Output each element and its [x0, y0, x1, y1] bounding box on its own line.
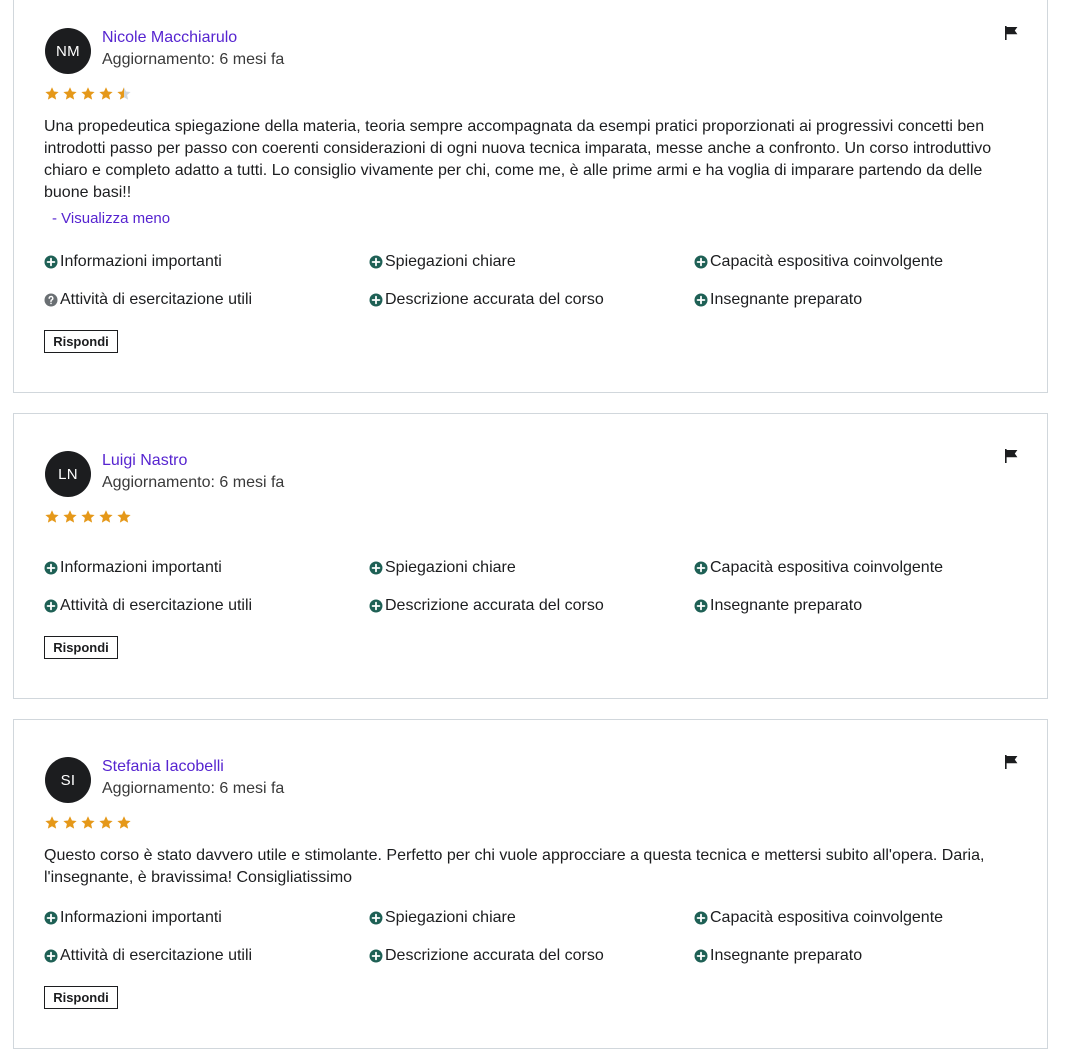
tag-item: Attività di esercitazione utili	[44, 597, 252, 615]
star-icon	[63, 87, 77, 100]
tag-item: Attività di esercitazione utili	[44, 947, 252, 965]
star-icon	[117, 816, 131, 829]
flag-icon[interactable]	[1003, 448, 1019, 464]
plus-circle-icon	[44, 255, 58, 269]
plus-circle-icon	[44, 599, 58, 613]
plus-circle-icon	[369, 599, 383, 613]
star-icon	[99, 816, 113, 829]
star-icon	[81, 816, 95, 829]
tag-item: Insegnante preparato	[694, 947, 862, 965]
tag-item: Spiegazioni chiare	[369, 909, 516, 927]
review-date: Aggiornamento: 6 mesi fa	[102, 780, 285, 797]
plus-circle-icon	[694, 293, 708, 307]
avatar: NM	[45, 28, 91, 74]
reply-button[interactable]: Rispondi	[44, 636, 118, 659]
flag-icon[interactable]	[1003, 25, 1019, 41]
tag-item: Informazioni importanti	[44, 909, 222, 927]
star-rating	[44, 815, 132, 831]
tag-item: Spiegazioni chiare	[369, 559, 516, 577]
reply-button[interactable]: Rispondi	[44, 986, 118, 1009]
tag-item: Informazioni importanti	[44, 559, 222, 577]
star-icon	[117, 87, 131, 100]
plus-circle-icon	[44, 949, 58, 963]
flag-icon[interactable]	[1003, 754, 1019, 770]
star-rating	[44, 86, 132, 102]
plus-circle-icon	[694, 949, 708, 963]
avatar: SI	[45, 757, 91, 803]
show-less-link[interactable]: - Visualizza meno	[52, 210, 170, 227]
tag-item: Informazioni importanti	[44, 253, 222, 271]
review-date: Aggiornamento: 6 mesi fa	[102, 51, 285, 68]
review-text: Questo corso è stato davvero utile e sti…	[44, 847, 985, 886]
plus-circle-icon	[694, 561, 708, 575]
reviewer-name[interactable]: Stefania Iacobelli	[102, 758, 224, 776]
review-card: SI Stefania Iacobelli Aggiornamento: 6 m…	[13, 719, 1048, 1049]
star-icon	[99, 87, 113, 100]
star-icon	[99, 510, 113, 523]
tag-item: Capacità espositiva coinvolgente	[694, 909, 943, 927]
tag-item: Attività di esercitazione utili	[44, 291, 252, 309]
tag-item: Descrizione accurata del corso	[369, 291, 604, 309]
plus-circle-icon	[44, 561, 58, 575]
reviewer-name[interactable]: Luigi Nastro	[102, 452, 187, 470]
review-card: LN Luigi Nastro Aggiornamento: 6 mesi fa…	[13, 413, 1048, 699]
reviewer-name[interactable]: Nicole Macchiarulo	[102, 29, 237, 47]
star-icon	[45, 87, 59, 100]
tag-item: Descrizione accurata del corso	[369, 947, 604, 965]
star-icon	[81, 87, 95, 100]
reply-button[interactable]: Rispondi	[44, 330, 118, 353]
plus-circle-icon	[369, 561, 383, 575]
review-date: Aggiornamento: 6 mesi fa	[102, 474, 285, 491]
tag-item: Capacità espositiva coinvolgente	[694, 559, 943, 577]
plus-circle-icon	[369, 255, 383, 269]
plus-circle-icon	[44, 911, 58, 925]
tag-item: Capacità espositiva coinvolgente	[694, 253, 943, 271]
plus-circle-icon	[694, 255, 708, 269]
tag-item: Insegnante preparato	[694, 291, 862, 309]
review-card: NM Nicole Macchiarulo Aggiornamento: 6 m…	[13, 0, 1048, 393]
plus-circle-icon	[369, 949, 383, 963]
star-icon	[45, 510, 59, 523]
plus-circle-icon	[694, 599, 708, 613]
star-icon	[63, 816, 77, 829]
star-icon	[45, 816, 59, 829]
question-circle-icon	[44, 293, 58, 307]
star-icon	[81, 510, 95, 523]
plus-circle-icon	[369, 911, 383, 925]
plus-circle-icon	[369, 293, 383, 307]
review-text: Una propedeutica spiegazione della mater…	[44, 118, 992, 201]
tag-item: Spiegazioni chiare	[369, 253, 516, 271]
star-icon	[63, 510, 77, 523]
plus-circle-icon	[694, 911, 708, 925]
tag-item: Insegnante preparato	[694, 597, 862, 615]
tag-item: Descrizione accurata del corso	[369, 597, 604, 615]
star-rating	[44, 509, 132, 525]
star-icon	[117, 510, 131, 523]
avatar: LN	[45, 451, 91, 497]
